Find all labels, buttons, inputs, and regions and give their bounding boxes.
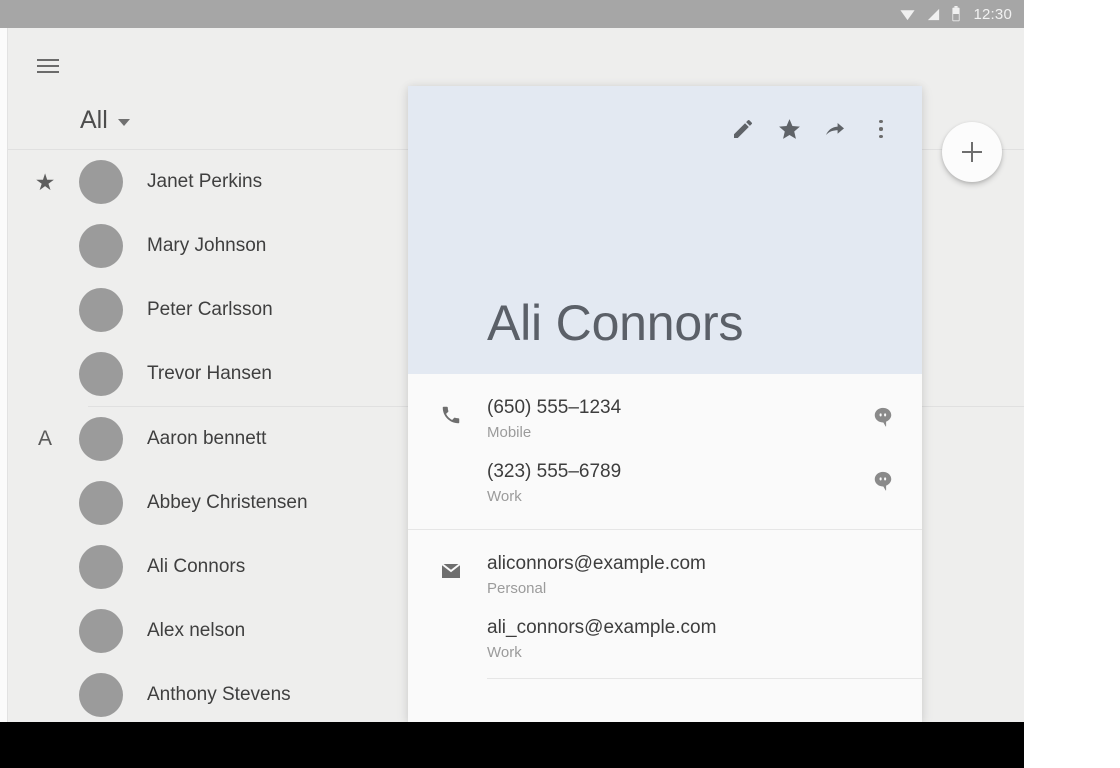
phone-number: (323) 555–6789 [487, 461, 622, 482]
system-navigation-bar [0, 722, 1024, 768]
contact-name: Alex nelson [147, 620, 246, 641]
avatar [79, 417, 123, 461]
hamburger-menu-icon[interactable] [28, 46, 68, 86]
phone-number: (650) 555–1234 [487, 397, 622, 418]
email-address: aliconnors@example.com [487, 553, 706, 574]
contacts-filter-label: All [80, 105, 108, 134]
contact-detail-card: Ali Connors (650) 555–1234 Mobile (323) … [408, 86, 922, 722]
share-arrow-icon[interactable] [812, 106, 858, 152]
contact-name: Anthony Stevens [147, 684, 291, 705]
phone-label: Work [487, 488, 522, 505]
avatar [79, 160, 123, 204]
phone-label: Mobile [487, 424, 532, 441]
contacts-filter-dropdown[interactable]: All [80, 103, 130, 137]
status-bar: 12:30 [0, 0, 1024, 28]
signal-icon [926, 7, 941, 22]
email-label: Work [487, 644, 522, 661]
contact-detail-body: (650) 555–1234 Mobile (323) 555–6789 Wor… [408, 374, 922, 692]
avatar [79, 224, 123, 268]
email-row[interactable]: aliconnors@example.com Personal [408, 544, 922, 608]
avatar [79, 609, 123, 653]
phone-info-group: (650) 555–1234 Mobile (323) 555–6789 Wor… [408, 374, 922, 529]
contact-detail-actions [720, 106, 904, 152]
contact-name: Trevor Hansen [147, 363, 272, 384]
email-info-group: aliconnors@example.com Personal ali_conn… [408, 529, 922, 692]
device-viewport: 12:30 All ★ Janet Perkins Mary Johnson P… [0, 0, 1024, 722]
email-address: ali_connors@example.com [487, 617, 717, 638]
contact-name: Ali Connors [147, 556, 246, 577]
more-vert-icon[interactable] [858, 106, 904, 152]
message-bubble-icon[interactable] [868, 466, 898, 496]
section-letter-a: A [37, 427, 52, 450]
contact-name: Janet Perkins [147, 171, 263, 192]
phone-row[interactable]: (323) 555–6789 Work [408, 452, 922, 516]
screen: 12:30 All ★ Janet Perkins Mary Johnson P… [0, 0, 1120, 768]
info-group-separator [487, 678, 922, 679]
phone-row[interactable]: (650) 555–1234 Mobile [408, 388, 922, 452]
contact-name: Peter Carlsson [147, 299, 273, 320]
contact-name: Abbey Christensen [147, 492, 308, 513]
favorite-star-icon: ★ [34, 168, 56, 195]
battery-icon [951, 6, 961, 22]
email-label: Personal [487, 580, 547, 597]
avatar [79, 481, 123, 525]
add-contact-fab[interactable] [942, 122, 1002, 182]
contact-detail-name: Ali Connors [487, 295, 744, 351]
chevron-down-icon [117, 118, 130, 126]
email-row[interactable]: ali_connors@example.com Work [408, 608, 922, 672]
edit-pencil-icon[interactable] [720, 106, 766, 152]
message-bubble-icon[interactable] [868, 402, 898, 432]
status-bar-time: 12:30 [973, 5, 1012, 23]
window-left-edge [0, 28, 8, 722]
avatar [79, 545, 123, 589]
star-icon[interactable] [766, 106, 812, 152]
avatar [79, 352, 123, 396]
contact-name: Aaron bennett [147, 428, 267, 449]
avatar [79, 673, 123, 717]
contact-name: Mary Johnson [147, 235, 267, 256]
wifi-icon [899, 6, 916, 23]
avatar [79, 288, 123, 332]
contact-detail-header: Ali Connors [408, 86, 922, 374]
